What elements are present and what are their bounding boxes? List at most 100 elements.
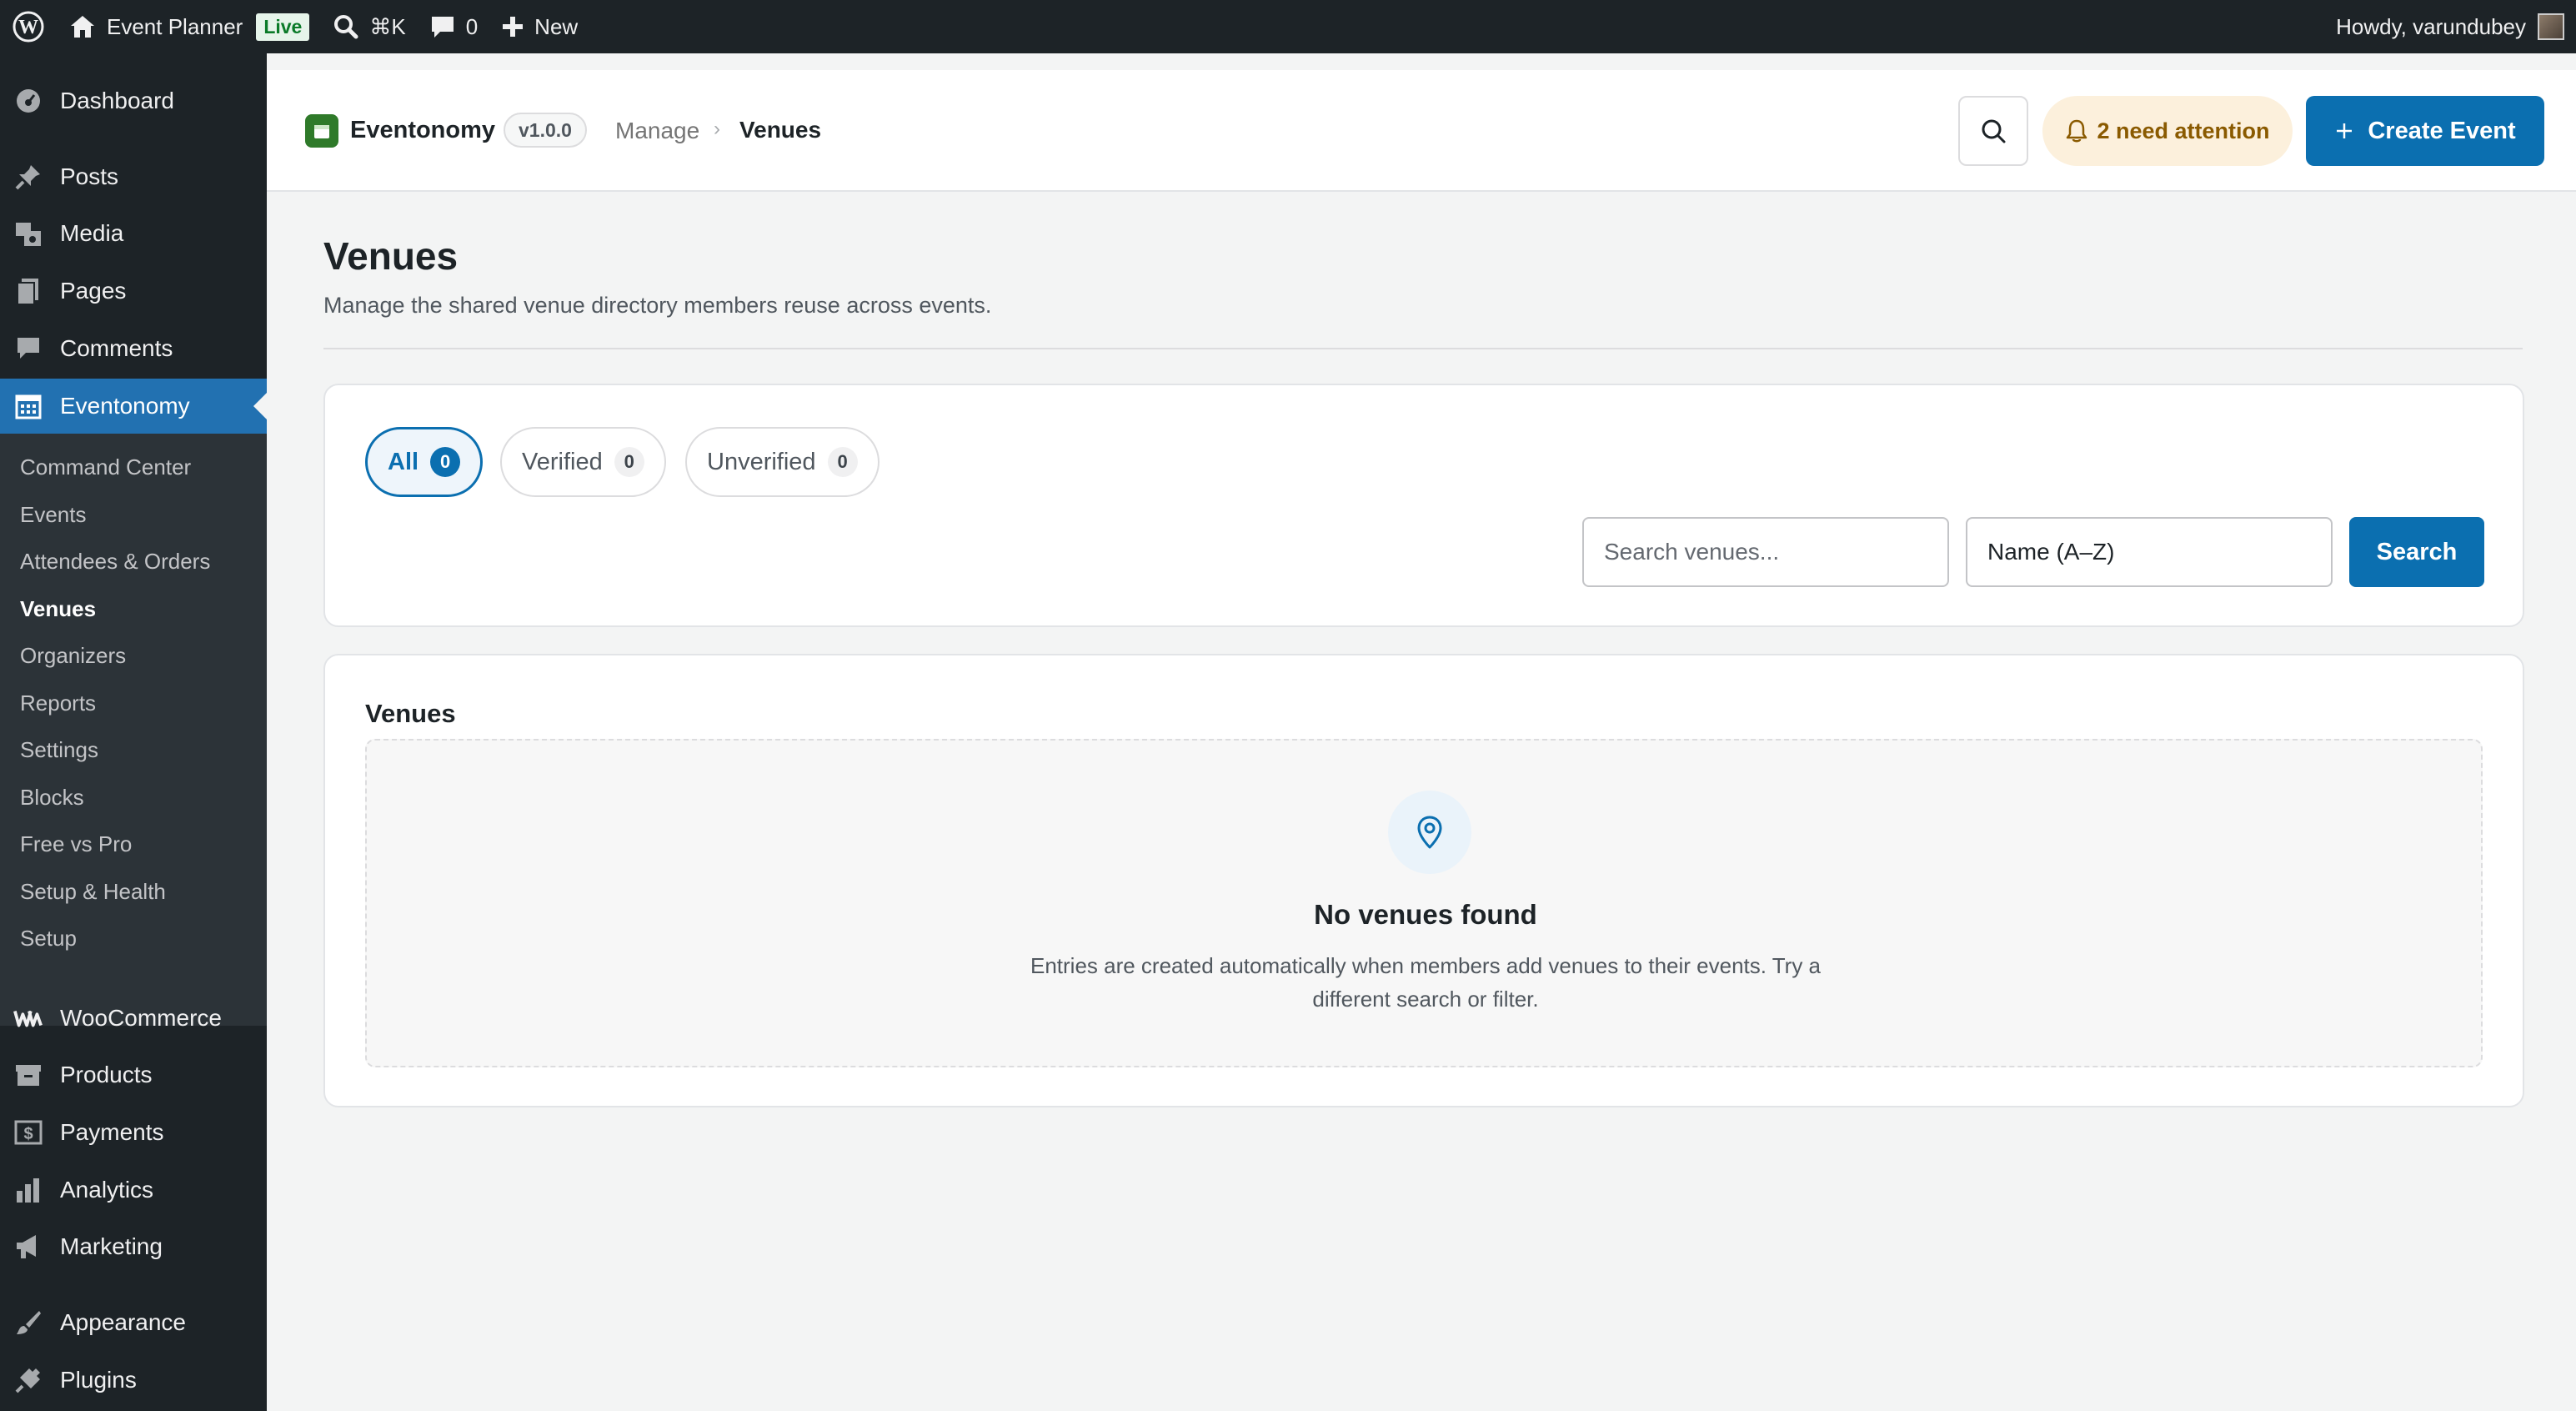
tab-unverified[interactable]: Unverified 0	[685, 427, 880, 497]
comment-icon	[431, 17, 454, 38]
svg-text:W: W	[18, 17, 38, 38]
woo-icon	[13, 1003, 43, 1033]
sidebar-item-dashboard[interactable]: Dashboard	[0, 73, 267, 128]
sidebar-item-label: Comments	[60, 335, 173, 361]
tab-count: 0	[430, 447, 461, 477]
sidebar-item-label: Plugins	[60, 1367, 137, 1393]
submenu-free-vs-pro[interactable]: Free vs Pro	[20, 831, 132, 857]
command-search-button[interactable]: ⌘K	[321, 0, 417, 53]
pin-icon	[13, 162, 43, 192]
tab-label: Unverified	[707, 448, 816, 475]
sort-select[interactable]: Name (A–Z)	[1966, 517, 2333, 587]
sidebar-item-media[interactable]: Media	[0, 206, 267, 261]
sidebar-item-label: Pages	[60, 278, 127, 304]
greeting: Howdy, varundubey	[2336, 13, 2526, 39]
empty-description: Entries are created automatically when m…	[1030, 953, 1822, 1012]
wordpress-logo-button[interactable]: W	[0, 0, 57, 53]
new-content-button[interactable]: New	[489, 0, 589, 53]
tab-all[interactable]: All 0	[365, 427, 484, 497]
sidebar-item-label: Products	[60, 1062, 153, 1087]
version-badge: v1.0.0	[504, 113, 587, 148]
create-event-label: Create Event	[2368, 117, 2516, 144]
svg-text:$: $	[23, 1125, 33, 1143]
plug-icon	[13, 1365, 43, 1395]
plugin-header: Eventonomy v1.0.0 Manage › Venues 2 need…	[267, 70, 2576, 192]
search-icon	[334, 15, 358, 39]
tab-count: 0	[614, 447, 644, 477]
bar-chart-icon	[13, 1175, 43, 1205]
sidebar-item-appearance[interactable]: Appearance	[0, 1295, 267, 1350]
page-title: Venues	[323, 234, 459, 278]
sidebar-item-label: Dashboard	[60, 88, 174, 113]
sidebar-item-analytics[interactable]: Analytics	[0, 1162, 267, 1218]
sidebar-item-posts[interactable]: Posts	[0, 149, 267, 204]
create-event-button[interactable]: Create Event	[2306, 96, 2544, 166]
attention-button[interactable]: 2 need attention	[2042, 96, 2293, 166]
sidebar-item-plugins[interactable]: Plugins	[0, 1353, 267, 1408]
account-menu[interactable]: Howdy, varundubey	[2336, 13, 2576, 40]
sidebar-item-pages[interactable]: Pages	[0, 264, 267, 319]
sidebar-item-label: Payments	[60, 1119, 164, 1145]
divider	[323, 348, 2523, 349]
comments-count: 0	[465, 13, 479, 39]
sidebar-item-label: Posts	[60, 163, 119, 189]
breadcrumb-current: Venues	[739, 117, 822, 143]
media-icon	[13, 218, 43, 249]
tab-verified[interactable]: Verified 0	[500, 427, 666, 497]
site-name: Event Planner	[107, 13, 243, 39]
comments-link[interactable]: 0	[418, 0, 489, 53]
sidebar-item-eventonomy[interactable]: Eventonomy	[0, 379, 267, 434]
filter-card: All 0 Verified 0 Unverified 0 Search ven…	[323, 384, 2524, 627]
sidebar-item-label: Marketing	[60, 1233, 163, 1259]
sidebar-item-products[interactable]: Products	[0, 1047, 267, 1102]
wordpress-icon: W	[13, 11, 44, 43]
sidebar-item-woocommerce[interactable]: WooCommerce	[0, 991, 267, 1046]
list-title: Venues	[365, 699, 456, 728]
pages-icon	[13, 276, 43, 306]
empty-title: No venues found	[1314, 899, 1537, 930]
header-search-button[interactable]	[1958, 96, 2028, 166]
submenu-blocks[interactable]: Blocks	[20, 785, 84, 811]
admin-bar: W Event Planner Live ⌘K 0 New Howdy, var…	[0, 0, 2576, 53]
admin-sidebar: Dashboard Posts Media Pages Comments Eve…	[0, 53, 267, 1411]
submenu-venues[interactable]: Venues	[20, 596, 96, 622]
site-name-link[interactable]: Event Planner Live	[57, 0, 321, 53]
plus-icon	[2337, 123, 2353, 138]
archive-icon	[13, 1060, 43, 1090]
calendar-icon	[13, 391, 43, 421]
submenu-organizers[interactable]: Organizers	[20, 643, 126, 669]
breadcrumb-separator: ›	[714, 118, 720, 140]
submenu-setup-health[interactable]: Setup & Health	[20, 879, 166, 905]
eventonomy-logo	[305, 114, 338, 148]
megaphone-icon	[13, 1232, 43, 1262]
submenu-attendees-orders[interactable]: Attendees & Orders	[20, 549, 210, 575]
sidebar-item-comments[interactable]: Comments	[0, 321, 267, 376]
sidebar-item-marketing[interactable]: Marketing	[0, 1219, 267, 1274]
avatar	[2538, 13, 2564, 40]
submenu-settings[interactable]: Settings	[20, 737, 98, 763]
submenu-setup[interactable]: Setup	[20, 926, 77, 952]
submenu-events[interactable]: Events	[20, 502, 87, 528]
tab-label: All	[388, 448, 419, 475]
dollar-icon: $	[13, 1117, 43, 1147]
brush-icon	[13, 1308, 43, 1338]
sidebar-item-payments[interactable]: $ Payments	[0, 1105, 267, 1160]
breadcrumb-manage[interactable]: Manage	[615, 118, 699, 144]
calendar-icon	[314, 125, 329, 138]
dashboard-icon	[13, 86, 43, 116]
empty-state: No venues found Entries are created auto…	[365, 739, 2483, 1067]
live-badge: Live	[256, 13, 310, 41]
sidebar-item-label: Appearance	[60, 1309, 187, 1335]
comment-icon	[13, 334, 43, 364]
sidebar-item-label: Eventonomy	[60, 393, 190, 419]
new-label: New	[534, 13, 579, 39]
submenu-reports[interactable]: Reports	[20, 690, 96, 716]
sidebar-item-label: WooCommerce	[60, 1005, 222, 1031]
search-venues-input[interactable]: Search venues...	[1582, 517, 1949, 587]
page-subtitle: Manage the shared venue directory member…	[323, 293, 992, 318]
search-button[interactable]: Search	[2349, 517, 2484, 587]
venues-list-card: Venues No venues found Entries are creat…	[323, 654, 2524, 1107]
submenu-command-center[interactable]: Command Center	[20, 454, 191, 480]
brand-name: Eventonomy	[350, 117, 496, 143]
map-pin-icon	[1388, 791, 1471, 874]
